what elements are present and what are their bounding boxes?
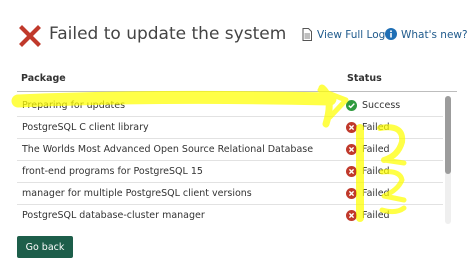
view-full-log-label[interactable]: View Full Log [317,29,385,41]
package-name: front-end programs for PostgreSQL 15 [22,166,203,177]
table-row: The Worlds Most Advanced Open Source Rel… [17,139,443,161]
table-row: PostgreSQL database-cluster manager Fail… [17,205,443,226]
table-scrollbar[interactable] [445,96,451,224]
column-header-package: Package [21,73,66,84]
status-text: Failed [362,122,390,133]
info-icon [385,28,397,40]
column-header-status: Status [347,73,382,84]
x-circle-icon [346,210,357,221]
package-name: The Worlds Most Advanced Open Source Rel… [22,144,314,155]
check-circle-icon [346,100,357,111]
page-header: Failed to update the system View Full Lo… [0,0,474,62]
package-name: PostgreSQL C client library [22,122,149,133]
table-row: manager for multiple PostgreSQL client v… [17,183,443,205]
table-row: PostgreSQL C client library Failed [17,117,443,139]
status-text: Failed [362,166,390,177]
page-title: Failed to update the system [49,24,287,44]
package-name: Preparing for updates [22,100,126,111]
package-name: PostgreSQL database-cluster manager [22,210,205,221]
status-text: Failed [362,188,390,199]
status-text: Success [362,100,401,111]
x-circle-icon [346,122,357,133]
status-text: Failed [362,210,390,221]
package-name: manager for multiple PostgreSQL client v… [22,188,252,199]
scrollbar-thumb[interactable] [445,96,451,174]
document-icon [302,28,312,41]
close-x-icon [19,25,41,47]
status-text: Failed [362,144,390,155]
go-back-button[interactable]: Go back [17,236,73,258]
whats-new-link[interactable]: What's new? [385,28,468,45]
view-full-log-link[interactable]: View Full Log [302,28,385,45]
header-divider [17,91,457,92]
x-circle-icon [346,144,357,155]
x-circle-icon [346,188,357,199]
x-circle-icon [346,166,357,177]
whats-new-label[interactable]: What's new? [401,29,468,41]
table-row: Preparing for updates Success [17,95,443,117]
table-row: front-end programs for PostgreSQL 15 Fai… [17,161,443,183]
package-table: Package Status Preparing for updates Suc… [17,69,457,227]
